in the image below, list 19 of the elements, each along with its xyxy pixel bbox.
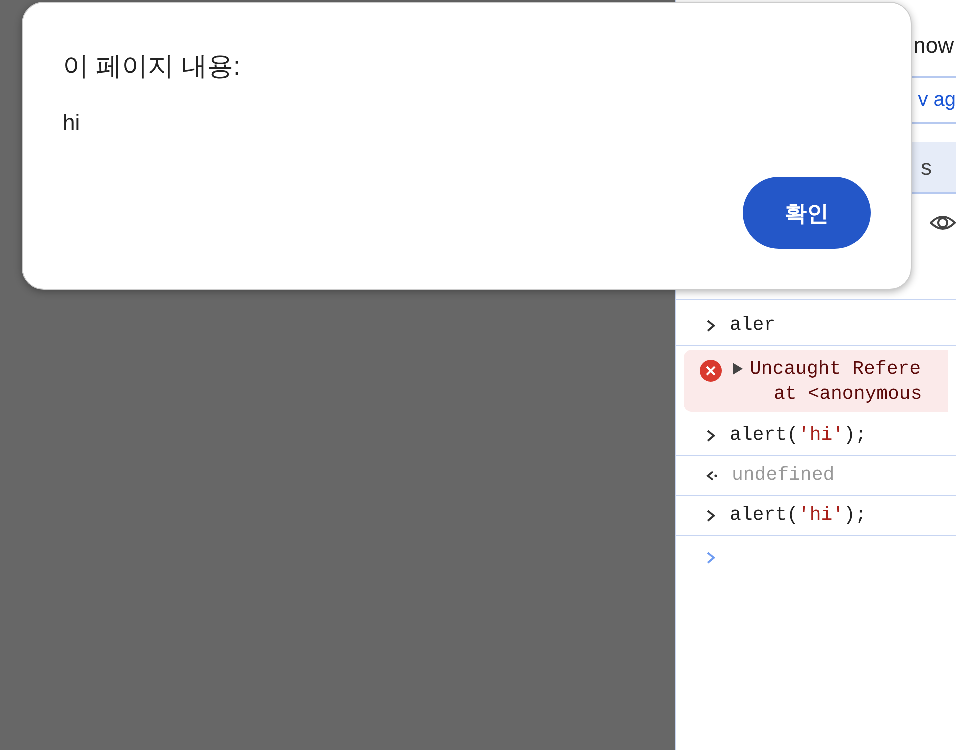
expand-triangle-icon[interactable]	[732, 362, 744, 376]
chevron-icon	[706, 508, 716, 522]
dialog-message: hi	[63, 109, 82, 137]
chevron-icon	[706, 318, 716, 332]
tab[interactable]: s	[921, 150, 932, 184]
link[interactable]: v ag	[918, 85, 956, 115]
code-text: alert('hi');	[730, 503, 867, 528]
chevron-icon	[706, 428, 716, 442]
header-text: now	[914, 32, 955, 60]
error-text: Uncaught Refere	[750, 357, 922, 382]
error-icon	[700, 360, 722, 382]
code-text: aler	[730, 313, 776, 338]
prompt-chevron-icon	[706, 551, 716, 565]
console-output: undefined	[732, 463, 835, 488]
ok-button[interactable]: 확인	[743, 177, 871, 249]
return-arrow-icon	[706, 470, 718, 482]
code-text: alert('hi');	[730, 423, 867, 448]
dialog-title: 이 페이지 내용:	[63, 50, 242, 83]
error-stack-line: at <anonymous	[773, 382, 922, 406]
